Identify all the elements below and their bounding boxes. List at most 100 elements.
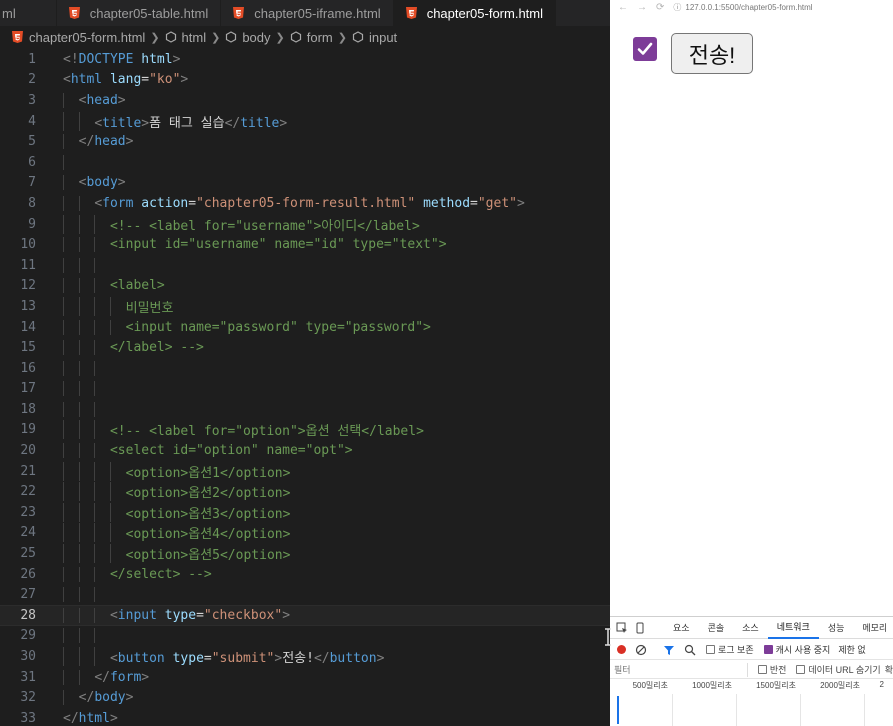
code-line[interactable]: 11 (0, 255, 610, 276)
back-arrow-icon[interactable]: ← (618, 2, 628, 13)
grid-line (672, 694, 673, 726)
indent-guide (63, 523, 64, 543)
throttle-select[interactable]: 제한 없 (838, 643, 865, 656)
submit-button[interactable]: 전송! (671, 33, 753, 74)
code-line[interactable]: 24 <option>옵션4</option> (0, 523, 610, 544)
indent-guide (78, 319, 80, 335)
devtools-tab-sources[interactable]: 소스 (733, 617, 768, 639)
info-icon: ⓘ (673, 2, 682, 12)
url-text[interactable]: 127.0.0.1:5500/chapter05-form.html (685, 3, 812, 12)
code-line[interactable]: 14 <input name="password" type="password… (0, 317, 610, 338)
code-line[interactable]: 4 <title>폼 태그 실습</title> (0, 111, 610, 132)
code-token: 폼 태그 실습 (149, 115, 225, 131)
checkbox-checked[interactable] (633, 37, 657, 61)
breadcrumb-file[interactable]: chapter05-form.html (29, 30, 145, 45)
device-toolbar-icon[interactable] (634, 621, 646, 635)
code-line[interactable]: 23 <option>옵션3</option> (0, 502, 610, 523)
indent-guide (78, 566, 80, 582)
editor-tab[interactable]: chapter05-table.html (57, 0, 222, 26)
reload-icon[interactable]: ⟳ (656, 2, 664, 13)
code-line[interactable]: 6 (0, 152, 610, 173)
hide-data-urls-checkbox[interactable] (796, 665, 806, 674)
breadcrumb-input[interactable]: input (369, 30, 397, 45)
indent-guide (78, 340, 80, 356)
devtools-tab-network[interactable]: 네트워크 (767, 617, 819, 639)
code-line[interactable]: 15 </label> --> (0, 337, 610, 358)
indent-guide (78, 443, 80, 459)
breadcrumb-form[interactable]: form (307, 30, 333, 45)
code-line[interactable]: 10 <input id="username" name="id" type="… (0, 234, 610, 255)
indent-guide (63, 401, 64, 417)
indent-guide (94, 443, 96, 459)
code-area[interactable]: 1 <!DOCTYPE html> 2 <html lang="ko"> 3 <head… (0, 49, 610, 726)
preserve-log-checkbox[interactable] (706, 645, 715, 654)
line-number: 29 (20, 628, 36, 644)
code-text: </form> (36, 669, 150, 685)
code-line[interactable]: 29 (0, 626, 610, 647)
code-token: > (141, 115, 150, 131)
line-number: 26 (20, 566, 36, 582)
forward-arrow-icon[interactable]: → (637, 2, 647, 13)
invert-checkbox[interactable] (757, 665, 767, 674)
code-line[interactable]: 13 비밀번호 (0, 296, 610, 317)
code-line[interactable]: 27 (0, 584, 610, 605)
code-token: body (86, 175, 118, 191)
code-text: <input id="username" name="id" type="tex… (36, 237, 447, 253)
code-token: = (196, 607, 204, 623)
inspect-element-icon[interactable] (616, 621, 628, 635)
code-line[interactable]: 31 </form> (0, 667, 610, 688)
indent-guide (109, 502, 111, 522)
editor-tab[interactable]: ml (0, 0, 57, 26)
indent-guide (78, 544, 80, 564)
code-line[interactable]: 22 <option>옵션2</option> (0, 481, 610, 502)
code-token: > (141, 669, 150, 685)
devtools-tab-elements[interactable]: 요소 (664, 617, 699, 639)
code-line[interactable]: 32 </body> (0, 687, 610, 708)
code-editor[interactable]: ml chapter05-table.html chapter05-iframe.h… (0, 0, 610, 726)
filter-input[interactable]: 필터 (614, 662, 748, 677)
code-line[interactable]: 12 <label> (0, 276, 610, 297)
indent-guide (109, 319, 111, 335)
code-line[interactable]: 1 <!DOCTYPE html> (0, 49, 610, 70)
devtools-tab-console[interactable]: 콘솔 (699, 617, 734, 639)
code-token: > (376, 651, 385, 667)
code-line[interactable]: 26 </select> --> (0, 564, 610, 585)
editor-tab[interactable]: chapter05-iframe.html (221, 0, 394, 26)
breadcrumb-body[interactable]: body (242, 30, 270, 45)
code-line[interactable]: 2 <html lang="ko"> (0, 70, 610, 91)
indent-guide (94, 401, 96, 417)
line-number: 23 (20, 504, 36, 520)
code-line[interactable]: 8 <form action="chapter05-form-result.ht… (0, 193, 610, 214)
code-line[interactable]: 17 (0, 379, 610, 400)
indent-guide (94, 257, 96, 273)
code-line[interactable]: 19 <!-- <label for="option">옵션 선택</label… (0, 420, 610, 441)
code-line[interactable]: 33 </html> (0, 708, 610, 726)
breadcrumb-html[interactable]: html (182, 30, 207, 45)
code-line[interactable]: 21 <option>옵션1</option> (0, 461, 610, 482)
devtools-tab-memory[interactable]: 메모리 (853, 617, 893, 639)
code-token: <option>옵션5</option> (125, 548, 291, 564)
code-line[interactable]: 7 <body> (0, 173, 610, 194)
hide-data-urls-label: 데이터 URL 숨기기 (808, 665, 881, 675)
indent-guide (78, 214, 80, 234)
code-line[interactable]: 30 <button type="submit">전송!</button> (0, 646, 610, 667)
code-line[interactable]: 28 <input type="checkbox"> (0, 605, 610, 626)
code-line[interactable]: 16 (0, 358, 610, 379)
record-icon[interactable] (617, 645, 626, 654)
editor-tab[interactable]: chapter05-form.html (393, 0, 557, 26)
code-line[interactable]: 5 </head> (0, 131, 610, 152)
clear-icon[interactable] (635, 644, 647, 656)
disable-cache-checkbox[interactable] (763, 645, 773, 654)
code-line[interactable]: 18 (0, 399, 610, 420)
code-line[interactable]: 3 <head> (0, 90, 610, 111)
filter-icon[interactable] (663, 644, 675, 656)
code-line[interactable]: 25 <option>옵션5</option> (0, 543, 610, 564)
code-token: <select id="option" name="opt"> (109, 443, 353, 459)
code-line[interactable]: 9 <!-- <label for="username">아이디</label> (0, 214, 610, 235)
code-line[interactable]: 20 <select id="option" name="opt"> (0, 440, 610, 461)
search-icon[interactable] (684, 644, 696, 656)
indent-guide (63, 544, 64, 564)
devtools-tab-performance[interactable]: 성능 (819, 617, 854, 639)
html5-file-icon (233, 7, 245, 19)
code-text: <option>옵션2</option> (36, 482, 290, 502)
